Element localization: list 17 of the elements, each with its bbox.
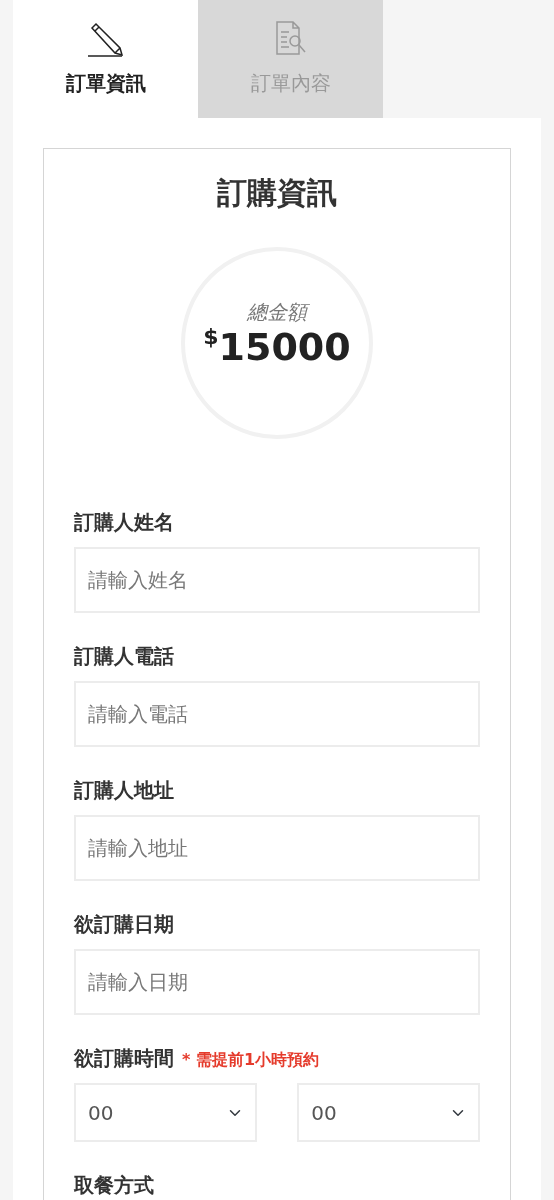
input-field[interactable]: 請輸入地址 <box>74 815 480 881</box>
pencil-icon <box>85 20 126 58</box>
field-label: 取餐方式 <box>74 1172 154 1199</box>
card-title: 訂購資訊 <box>216 175 338 211</box>
input-field[interactable]: 請輸入電話 <box>74 681 480 747</box>
tab[interactable]: 訂單資訊 <box>13 0 198 118</box>
total-amount: $^{$}$15000 <box>203 327 351 369</box>
time-dropdown[interactable]: 00 <box>74 1083 257 1142</box>
field-label: 訂購人姓名 <box>74 509 174 536</box>
field-label: 欲訂購日期 <box>74 911 174 938</box>
field-label: 訂購人地址 <box>74 777 174 804</box>
time-dropdown[interactable]: 00 <box>297 1083 480 1142</box>
field-label: 訂購人電話 <box>74 643 174 670</box>
input-field[interactable]: 請輸入姓名 <box>74 547 480 613</box>
input-field[interactable]: 請輸入日期 <box>74 949 480 1015</box>
field-label: 欲訂購時間 <box>74 1045 174 1072</box>
required-note: * 需提前1小時預約 <box>182 1049 320 1071</box>
